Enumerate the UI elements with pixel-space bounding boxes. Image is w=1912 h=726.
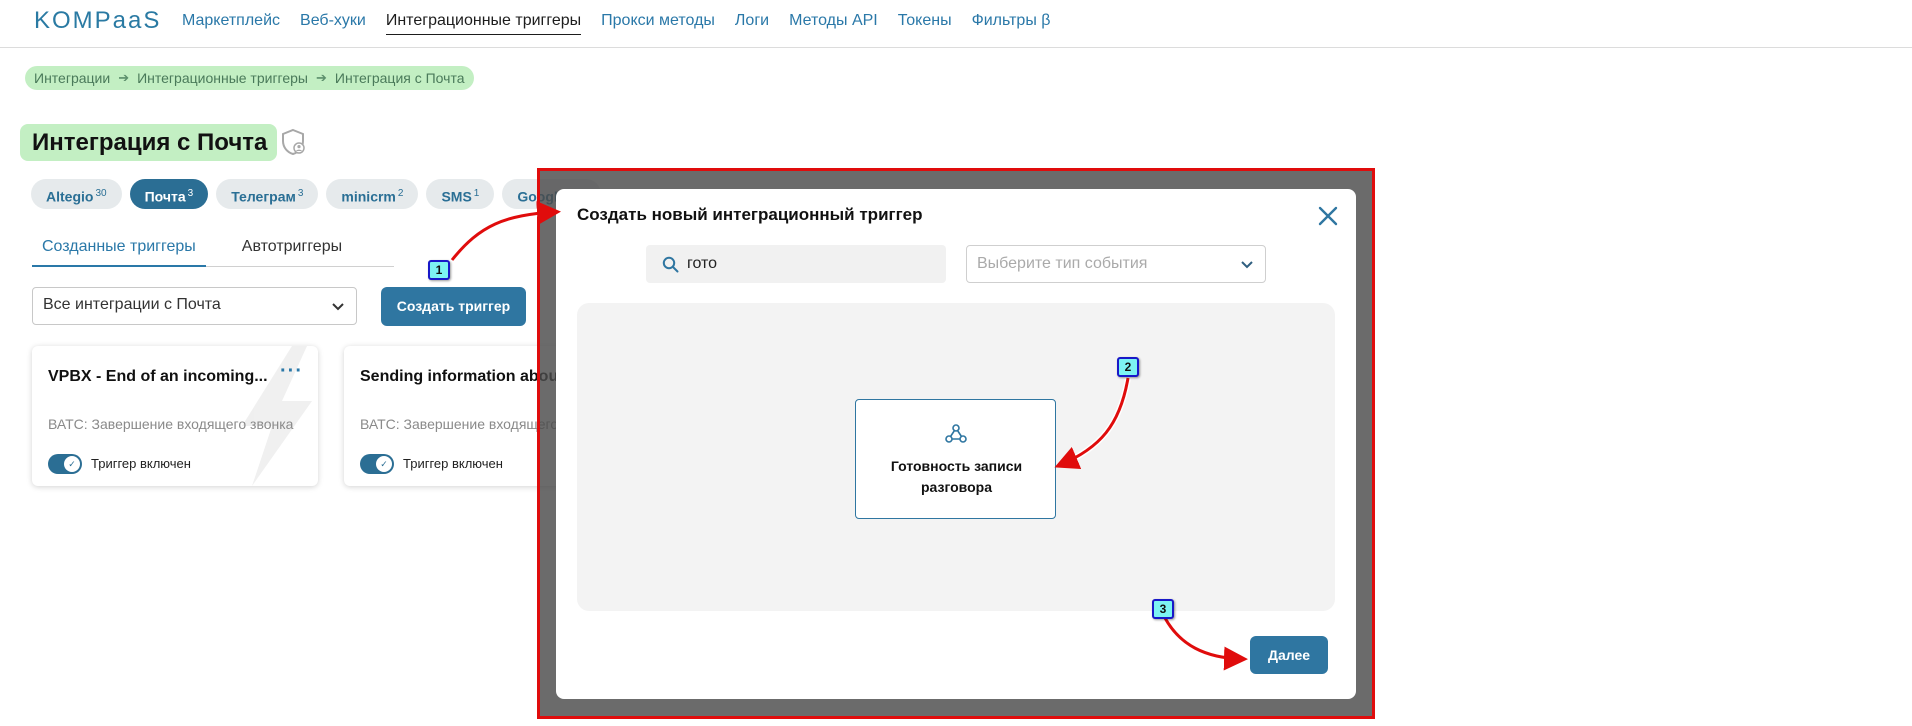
event-search-input[interactable] bbox=[687, 245, 927, 283]
arrow-right-icon: ➔ bbox=[316, 70, 327, 85]
nav-item-logs[interactable]: Логи bbox=[735, 12, 769, 35]
shield-user-icon[interactable] bbox=[280, 128, 306, 156]
tab-created-triggers[interactable]: Созданные триггеры bbox=[32, 233, 206, 267]
trigger-enabled-toggle[interactable]: ✓ bbox=[360, 454, 394, 474]
integration-pills: Altegio 30 Почта 3 Телеграм 3 minicrm 2 SMS 1… bbox=[31, 179, 602, 209]
integration-filter-value: Все интеграции с Почта bbox=[43, 296, 221, 313]
nav-item-integration-triggers[interactable]: Интеграционные триггеры bbox=[385, 12, 582, 35]
event-type-select[interactable]: Выберите тип события bbox=[966, 245, 1266, 283]
annotation-marker-2: 2 bbox=[1117, 357, 1139, 377]
chevron-down-icon bbox=[1241, 261, 1253, 269]
nav-item-tokens[interactable]: Токены bbox=[898, 12, 952, 35]
toggle-label: Триггер включен bbox=[91, 456, 191, 471]
event-option-card[interactable]: Готовность записи разговора bbox=[855, 399, 1056, 519]
event-results-area: Готовность записи разговора bbox=[577, 303, 1335, 611]
nav-item-api-methods[interactable]: Методы API bbox=[789, 12, 878, 35]
create-trigger-button[interactable]: Создать триггер bbox=[381, 287, 526, 326]
breadcrumb-item-current: Интеграция с Почта bbox=[334, 70, 465, 86]
trigger-card-event: ВАТС: Завершение входящего bbox=[360, 416, 559, 432]
integration-filter-select[interactable]: Все интеграции с Почта bbox=[32, 287, 357, 325]
modal-title: Создать новый интеграционный триггер bbox=[577, 205, 923, 224]
trigger-card-event: ВАТС: Завершение входящего звонка bbox=[48, 416, 294, 432]
pill-minicrm[interactable]: minicrm 2 bbox=[326, 179, 419, 209]
pill-pochta[interactable]: Почта 3 bbox=[129, 179, 209, 209]
breadcrumb-item-integrations[interactable]: Интеграции bbox=[34, 70, 110, 86]
annotation-marker-1: 1 bbox=[428, 260, 450, 280]
pill-telegram[interactable]: Телеграм 3 bbox=[216, 179, 319, 209]
trigger-enabled-toggle[interactable]: ✓ bbox=[48, 454, 82, 474]
event-option-label: Готовность записи разговора bbox=[890, 458, 1023, 495]
trigger-card[interactable]: VPBX - End of an incoming... ··· ВАТС: З… bbox=[32, 346, 318, 486]
breadcrumb-item-integration-triggers[interactable]: Интеграционные триггеры bbox=[137, 70, 308, 86]
next-button[interactable]: Далее bbox=[1250, 636, 1328, 674]
check-icon: ✓ bbox=[376, 456, 392, 472]
breadcrumb: Интеграции ➔ Интеграционные триггеры ➔ И… bbox=[25, 66, 474, 90]
trigger-card-title: Sending information abou bbox=[360, 368, 559, 385]
pill-sms[interactable]: SMS 1 bbox=[426, 179, 495, 209]
check-icon: ✓ bbox=[64, 456, 80, 472]
nav-item-marketplace[interactable]: Маркетплейс bbox=[182, 12, 280, 35]
logo[interactable]: KOMPaaS bbox=[34, 7, 161, 35]
trigger-card-title: VPBX - End of an incoming... bbox=[48, 368, 268, 385]
page-title: Интеграция с Почта bbox=[20, 124, 278, 161]
top-navigation: KOMPaaS Маркетплейс Веб-хуки Интеграцион… bbox=[0, 0, 1912, 48]
event-type-placeholder: Выберите тип события bbox=[977, 255, 1148, 272]
search-icon bbox=[662, 256, 679, 273]
event-search bbox=[646, 245, 946, 283]
nav-item-webhooks[interactable]: Веб-хуки bbox=[300, 12, 366, 35]
trigger-tabs: Созданные триггеры Автотриггеры bbox=[32, 233, 394, 267]
nav-item-filters[interactable]: Фильтры β bbox=[972, 12, 1051, 35]
nav-menu: Маркетплейс Веб-хуки Интеграционные триг… bbox=[182, 12, 1050, 35]
chevron-down-icon bbox=[332, 303, 344, 311]
pill-altegio[interactable]: Altegio 30 bbox=[31, 179, 122, 209]
more-options-icon[interactable]: ··· bbox=[280, 360, 303, 383]
webhook-icon bbox=[945, 424, 967, 443]
create-trigger-modal: Создать новый интеграционный триггер Выб… bbox=[556, 189, 1356, 699]
annotation-marker-3: 3 bbox=[1152, 599, 1174, 619]
tab-auto-triggers[interactable]: Автотриггеры bbox=[232, 233, 352, 267]
nav-item-proxy-methods[interactable]: Прокси методы bbox=[601, 12, 715, 35]
arrow-right-icon: ➔ bbox=[118, 70, 130, 85]
close-icon[interactable] bbox=[1317, 205, 1339, 227]
toggle-label: Триггер включен bbox=[403, 456, 503, 471]
